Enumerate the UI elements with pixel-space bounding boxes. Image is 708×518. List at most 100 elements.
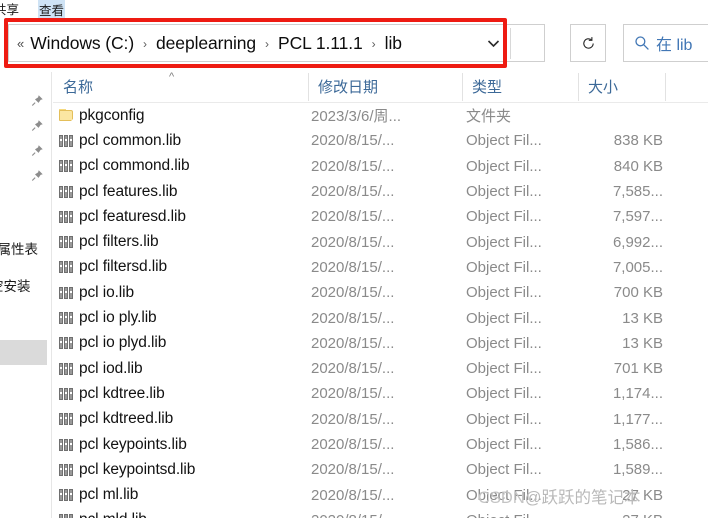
breadcrumb-item-windows-c[interactable]: Windows (C:) xyxy=(30,33,134,54)
table-row[interactable]: pcl commond.lib 2020/8/15/... Object Fil..… xyxy=(53,154,708,179)
table-row[interactable]: pcl keypointsd.lib 2020/8/15/... Object Fi… xyxy=(53,457,708,482)
file-name-cell[interactable]: pcl keypoints.lib xyxy=(53,432,187,457)
pin-icon[interactable] xyxy=(31,119,44,132)
file-name-cell[interactable]: pcl commond.lib xyxy=(53,154,190,179)
navigation-pane[interactable]: o属性表 空安装 xyxy=(0,72,52,518)
ribbon-tab-share[interactable]: 共享 xyxy=(0,0,19,18)
previous-locations-icon[interactable]: « xyxy=(9,37,30,50)
file-name-label: pcl filtersd.lib xyxy=(79,258,167,276)
file-name-label: pcl featuresd.lib xyxy=(79,207,186,225)
column-header-name[interactable]: 名称 xyxy=(63,76,93,97)
lib-icon xyxy=(53,210,79,223)
table-row[interactable]: pcl io ply.lib 2020/8/15/... Object Fil...… xyxy=(53,305,708,330)
file-name-label: pcl io.lib xyxy=(79,283,134,301)
file-name-label: pcl common.lib xyxy=(79,131,181,149)
file-name-cell[interactable]: pcl io ply.lib xyxy=(53,305,157,330)
column-divider[interactable] xyxy=(578,73,579,101)
lib-icon xyxy=(53,185,79,198)
file-date-cell: 2020/8/15/... xyxy=(311,284,395,302)
breadcrumb-separator-icon[interactable]: › xyxy=(134,37,156,51)
file-type-cell: 文件夹 xyxy=(466,108,512,126)
file-name-cell[interactable]: pcl filters.lib xyxy=(53,229,159,254)
lib-icon xyxy=(53,236,79,249)
column-divider[interactable] xyxy=(462,73,463,101)
search-input[interactable]: 在 lib xyxy=(623,24,708,62)
refresh-button[interactable] xyxy=(570,24,606,62)
breadcrumb-item-pcl-1-11-1[interactable]: PCL 1.11.1 xyxy=(278,33,363,54)
file-name-cell[interactable]: pcl common.lib xyxy=(53,128,181,153)
file-date-cell: 2020/8/15/... xyxy=(311,360,395,378)
address-bar[interactable]: « Windows (C:) › deeplearning › PCL 1.11… xyxy=(8,24,545,62)
pin-icon[interactable] xyxy=(31,144,44,157)
table-row[interactable]: pcl ml.lib 2020/8/15/... Object Fil... 27 K… xyxy=(53,482,708,507)
column-header-date-modified[interactable]: 修改日期 xyxy=(318,76,378,97)
file-date-cell: 2020/8/15/... xyxy=(311,309,395,327)
table-row[interactable]: pcl mld.lib2020/8/15/...Object Fil...27 … xyxy=(53,508,708,518)
file-date-cell: 2020/8/15/... xyxy=(311,486,395,504)
file-name-cell[interactable]: pkgconfig xyxy=(53,103,145,128)
table-row[interactable]: pcl io plyd.lib 2020/8/15/... Object Fil..… xyxy=(53,331,708,356)
pin-icon[interactable] xyxy=(31,169,44,182)
column-header-size[interactable]: 大小 xyxy=(588,76,618,97)
table-row[interactable]: pcl kdtreed.lib 2020/8/15/... Object Fil..… xyxy=(53,407,708,432)
table-row[interactable]: pcl filtersd.lib 2020/8/15/... Object Fil.… xyxy=(53,255,708,280)
file-size-cell: 700 KB xyxy=(613,284,663,302)
file-name-cell[interactable]: pcl io plyd.lib xyxy=(53,331,166,356)
file-date-cell: 2020/8/15/... xyxy=(311,508,394,518)
table-row[interactable]: pkgconfig 2023/3/6/周... 文件夹 xyxy=(53,103,708,128)
file-name-cell[interactable]: pcl keypointsd.lib xyxy=(53,457,195,482)
file-list[interactable]: pkgconfig 2023/3/6/周... 文件夹 pcl common.lib 2… xyxy=(53,103,708,518)
file-size-cell: 840 KB xyxy=(613,157,663,175)
table-row[interactable]: pcl io.lib 2020/8/15/... Object Fil... 700 … xyxy=(53,280,708,305)
file-name-label: pkgconfig xyxy=(79,106,145,124)
file-date-cell: 2020/8/15/... xyxy=(311,208,395,226)
file-size-cell: 838 KB xyxy=(613,132,663,150)
breadcrumb-item-lib[interactable]: lib xyxy=(385,33,402,54)
file-size-cell: 1,177... xyxy=(612,410,663,428)
nav-item-label[interactable]: 空安装 xyxy=(0,275,31,295)
ribbon-tab-view[interactable]: 查看 xyxy=(38,0,66,19)
file-name-cell[interactable]: pcl iod.lib xyxy=(53,356,143,381)
nav-item-label[interactable]: o属性表 xyxy=(0,238,38,258)
file-name-label: pcl features.lib xyxy=(79,182,178,200)
table-row[interactable]: pcl keypoints.lib 2020/8/15/... Object Fil… xyxy=(53,432,708,457)
address-bar-row: « Windows (C:) › deeplearning › PCL 1.11… xyxy=(0,24,708,62)
search-icon xyxy=(624,35,656,51)
file-name-label: pcl io plyd.lib xyxy=(79,334,167,352)
file-name-cell[interactable]: pcl featuresd.lib xyxy=(53,204,186,229)
breadcrumb-separator-icon[interactable]: › xyxy=(256,37,278,51)
breadcrumb-item-deeplearning[interactable]: deeplearning xyxy=(156,33,256,54)
table-row[interactable]: pcl filters.lib 2020/8/15/... Object Fil..… xyxy=(53,229,708,254)
file-name-label: pcl io ply.lib xyxy=(79,309,157,327)
column-divider[interactable] xyxy=(665,73,666,101)
file-date-cell: 2020/8/15/... xyxy=(311,183,395,201)
lib-icon xyxy=(53,514,79,518)
table-row[interactable]: pcl features.lib 2020/8/15/... Object Fil.… xyxy=(53,179,708,204)
address-bar-dropdown-button[interactable] xyxy=(476,25,510,61)
file-name-cell[interactable]: pcl kdtreed.lib xyxy=(53,407,173,432)
file-name-cell[interactable]: pcl kdtree.lib xyxy=(53,381,165,406)
column-header-type[interactable]: 类型 xyxy=(472,76,502,97)
file-name-label: pcl keypoints.lib xyxy=(79,435,187,453)
table-row[interactable]: pcl featuresd.lib 2020/8/15/... Object Fil… xyxy=(53,204,708,229)
file-name-cell[interactable]: pcl features.lib xyxy=(53,179,177,204)
file-name-cell[interactable]: pcl ml.lib xyxy=(53,482,138,507)
breadcrumb-separator-icon[interactable]: › xyxy=(363,37,385,51)
file-size-cell: 7,005... xyxy=(612,258,663,276)
file-name-cell[interactable]: pcl io.lib xyxy=(53,280,134,305)
file-name-cell[interactable]: pcl filtersd.lib xyxy=(53,255,167,280)
nav-selected-item[interactable] xyxy=(0,340,47,365)
table-row[interactable]: pcl kdtree.lib 2020/8/15/... Object Fil...… xyxy=(53,381,708,406)
lib-icon xyxy=(53,362,79,375)
file-date-cell: 2023/3/6/周... xyxy=(311,108,402,126)
lib-icon xyxy=(53,337,79,350)
navigation-pane-divider xyxy=(51,72,52,518)
file-name-label: pcl commond.lib xyxy=(79,157,190,175)
lib-icon xyxy=(53,438,79,451)
table-row[interactable]: pcl common.lib 2020/8/15/... Object Fil...… xyxy=(53,128,708,153)
pin-icon[interactable] xyxy=(31,94,44,107)
table-row[interactable]: pcl iod.lib 2020/8/15/... Object Fil... 701… xyxy=(53,356,708,381)
column-header-row: ^ 名称 修改日期 类型 大小 xyxy=(53,71,708,103)
column-divider[interactable] xyxy=(308,73,309,101)
file-name-cell[interactable]: pcl mld.lib xyxy=(53,508,147,518)
